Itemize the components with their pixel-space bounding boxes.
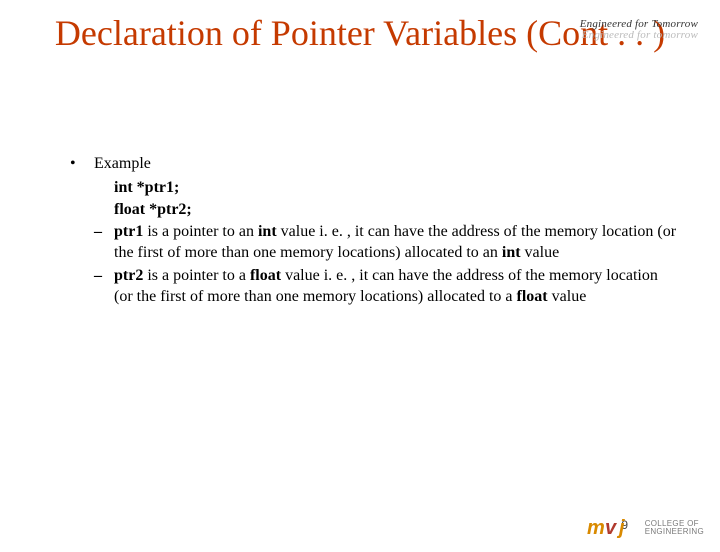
sub-text-2: ptr2 is a pointer to a float value i. e.… (114, 266, 680, 308)
sub-bullet-1: – ptr1 is a pointer to an int value i. e… (94, 222, 680, 264)
bullet-label: Example (94, 155, 680, 173)
code-line-2: float *ptr2; (114, 199, 680, 221)
bullet-example: • Example (70, 155, 680, 173)
code-line-1: int *ptr1; (114, 177, 680, 199)
dash-icon: – (94, 266, 114, 308)
bullet-dot-icon: • (70, 155, 94, 173)
logo-mark-icon: m v j (587, 514, 641, 542)
tagline-ghost: Engineered for tomorrow (582, 29, 698, 41)
svg-text:j: j (616, 517, 625, 539)
sub-text-1: ptr1 is a pointer to an int value i. e. … (114, 222, 680, 264)
slide-content: • Example int *ptr1; float *ptr2; – ptr1… (0, 155, 720, 307)
logo-text: COLLEGE OF ENGINEERING (645, 520, 704, 536)
logo: m v j COLLEGE OF ENGINEERING (587, 514, 704, 542)
sub-bullet-2: – ptr2 is a pointer to a float value i. … (94, 266, 680, 308)
svg-text:v: v (605, 517, 618, 539)
dash-icon: – (94, 222, 114, 264)
svg-text:m: m (587, 517, 605, 539)
